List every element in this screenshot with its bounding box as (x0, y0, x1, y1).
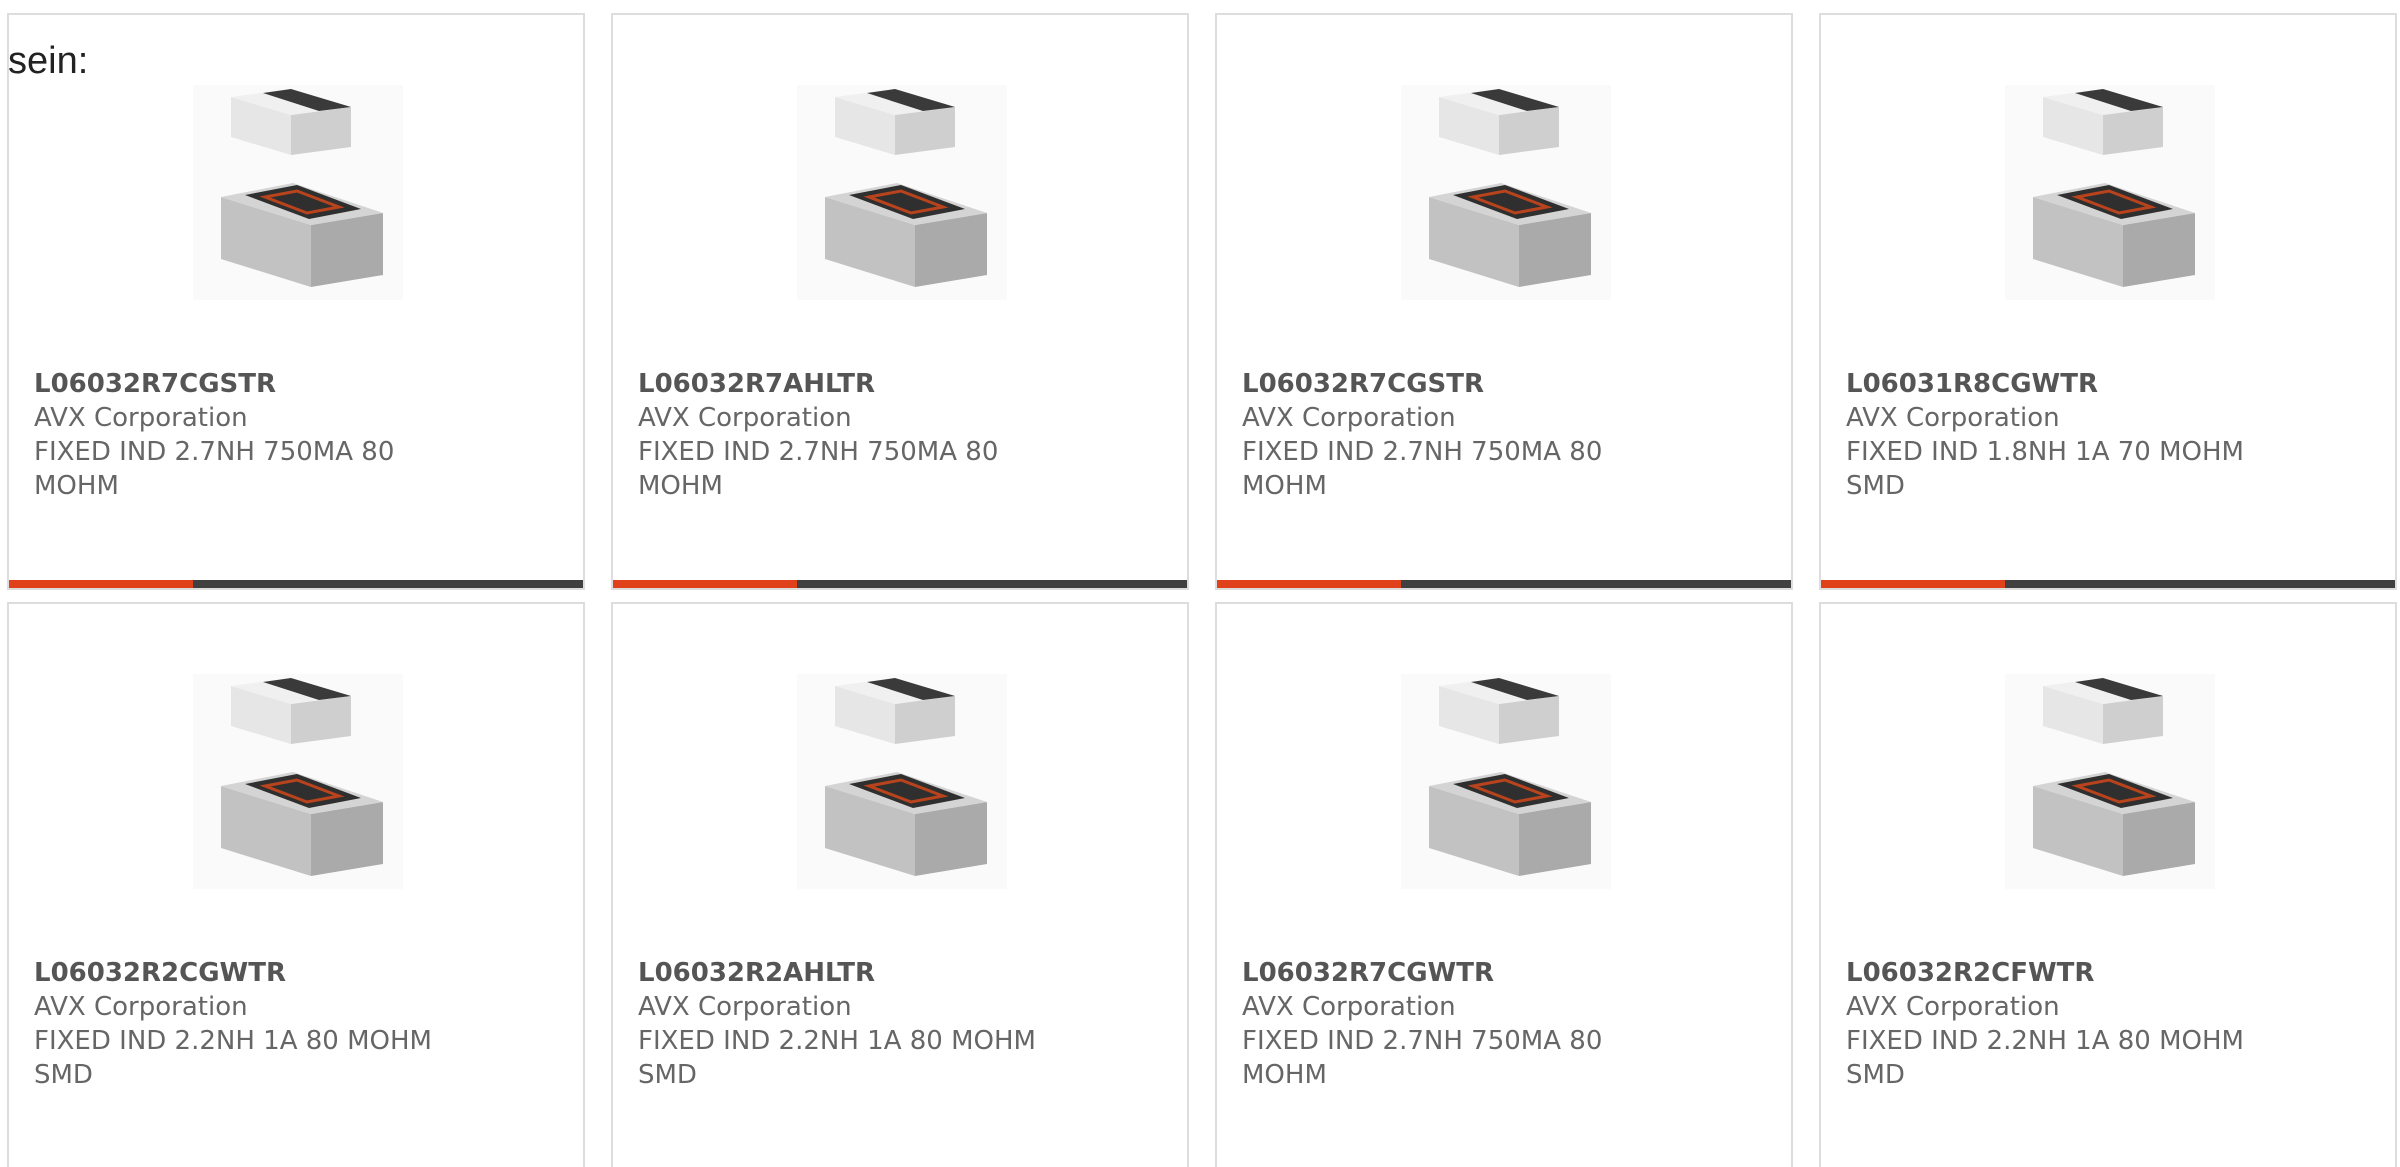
progress-fill (1821, 580, 2005, 588)
smd-inductor-chip-icon (1401, 85, 1611, 300)
product-info: L06032R7CGSTR AVX Corporation FIXED IND … (34, 367, 484, 503)
part-number: L06032R7CGWTR (1242, 958, 1494, 988)
manufacturer: AVX Corporation (1846, 403, 2060, 433)
progress-bar (1821, 580, 2395, 588)
manufacturer: AVX Corporation (1242, 992, 1456, 1022)
product-info: L06032R2CFWTR AVX Corporation FIXED IND … (1846, 956, 2296, 1092)
product-info: L06032R2AHLTR AVX Corporation FIXED IND … (638, 956, 1088, 1092)
smd-inductor-chip-icon (193, 85, 403, 300)
description-line: SMD (638, 1060, 697, 1090)
description-line: FIXED IND 1.8NH 1A 70 MOHM (1846, 437, 2244, 467)
intro-text: sein: (8, 40, 89, 82)
description-line: MOHM (1242, 1060, 1327, 1090)
smd-inductor-chip-icon (2005, 85, 2215, 300)
product-card[interactable]: L06032R2CFWTR AVX Corporation FIXED IND … (1819, 602, 2397, 1167)
product-card[interactable]: L06032R2CGWTR AVX Corporation FIXED IND … (7, 602, 585, 1167)
product-image (193, 674, 403, 889)
product-card[interactable]: L06032R7AHLTR AVX Corporation FIXED IND … (611, 13, 1189, 590)
product-info: L06031R8CGWTR AVX Corporation FIXED IND … (1846, 367, 2296, 503)
smd-inductor-chip-icon (2005, 674, 2215, 889)
part-number: L06032R7CGSTR (34, 369, 277, 399)
product-image (193, 85, 403, 300)
product-info: L06032R2CGWTR AVX Corporation FIXED IND … (34, 956, 484, 1092)
description-line: FIXED IND 2.7NH 750MA 80 (638, 437, 999, 467)
description-line: FIXED IND 2.2NH 1A 80 MOHM (638, 1026, 1036, 1056)
description-line: SMD (1846, 471, 1905, 501)
smd-inductor-chip-icon (797, 674, 1007, 889)
manufacturer: AVX Corporation (638, 403, 852, 433)
progress-bar (613, 580, 1187, 588)
smd-inductor-chip-icon (1401, 674, 1611, 889)
smd-inductor-chip-icon (193, 674, 403, 889)
description-line: FIXED IND 2.7NH 750MA 80 (1242, 437, 1603, 467)
product-image (797, 674, 1007, 889)
progress-bar (9, 580, 583, 588)
product-image (797, 85, 1007, 300)
product-card[interactable]: L06032R7CGSTR AVX Corporation FIXED IND … (1215, 13, 1793, 590)
product-card[interactable]: L06032R2AHLTR AVX Corporation FIXED IND … (611, 602, 1189, 1167)
manufacturer: AVX Corporation (34, 992, 248, 1022)
part-number: L06032R7AHLTR (638, 369, 876, 399)
product-card[interactable]: L06031R8CGWTR AVX Corporation FIXED IND … (1819, 13, 2397, 590)
progress-fill (1217, 580, 1401, 588)
product-card[interactable]: L06032R7CGWTR AVX Corporation FIXED IND … (1215, 602, 1793, 1167)
product-info: L06032R7AHLTR AVX Corporation FIXED IND … (638, 367, 1088, 503)
part-number: L06032R2CGWTR (34, 958, 286, 988)
manufacturer: AVX Corporation (34, 403, 248, 433)
description-line: SMD (1846, 1060, 1905, 1090)
manufacturer: AVX Corporation (638, 992, 852, 1022)
description-line: MOHM (638, 471, 723, 501)
product-grid-page: sein: L06032R7CGSTR AVX Corporation FIXE… (0, 0, 2400, 1167)
manufacturer: AVX Corporation (1242, 403, 1456, 433)
part-number: L06032R7CGSTR (1242, 369, 1485, 399)
product-info: L06032R7CGWTR AVX Corporation FIXED IND … (1242, 956, 1692, 1092)
description-line: FIXED IND 2.7NH 750MA 80 (1242, 1026, 1603, 1056)
product-image (1401, 85, 1611, 300)
description-line: FIXED IND 2.2NH 1A 80 MOHM (34, 1026, 432, 1056)
product-card[interactable]: L06032R7CGSTR AVX Corporation FIXED IND … (7, 13, 585, 590)
product-info: L06032R7CGSTR AVX Corporation FIXED IND … (1242, 367, 1692, 503)
description-line: FIXED IND 2.7NH 750MA 80 (34, 437, 395, 467)
description-line: SMD (34, 1060, 93, 1090)
progress-fill (9, 580, 193, 588)
part-number: L06032R2AHLTR (638, 958, 876, 988)
part-number: L06032R2CFWTR (1846, 958, 2095, 988)
description-line: MOHM (1242, 471, 1327, 501)
description-line: MOHM (34, 471, 119, 501)
part-number: L06031R8CGWTR (1846, 369, 2098, 399)
progress-bar (1217, 580, 1791, 588)
manufacturer: AVX Corporation (1846, 992, 2060, 1022)
smd-inductor-chip-icon (797, 85, 1007, 300)
product-image (2005, 85, 2215, 300)
description-line: FIXED IND 2.2NH 1A 80 MOHM (1846, 1026, 2244, 1056)
product-image (1401, 674, 1611, 889)
product-image (2005, 674, 2215, 889)
progress-fill (613, 580, 797, 588)
